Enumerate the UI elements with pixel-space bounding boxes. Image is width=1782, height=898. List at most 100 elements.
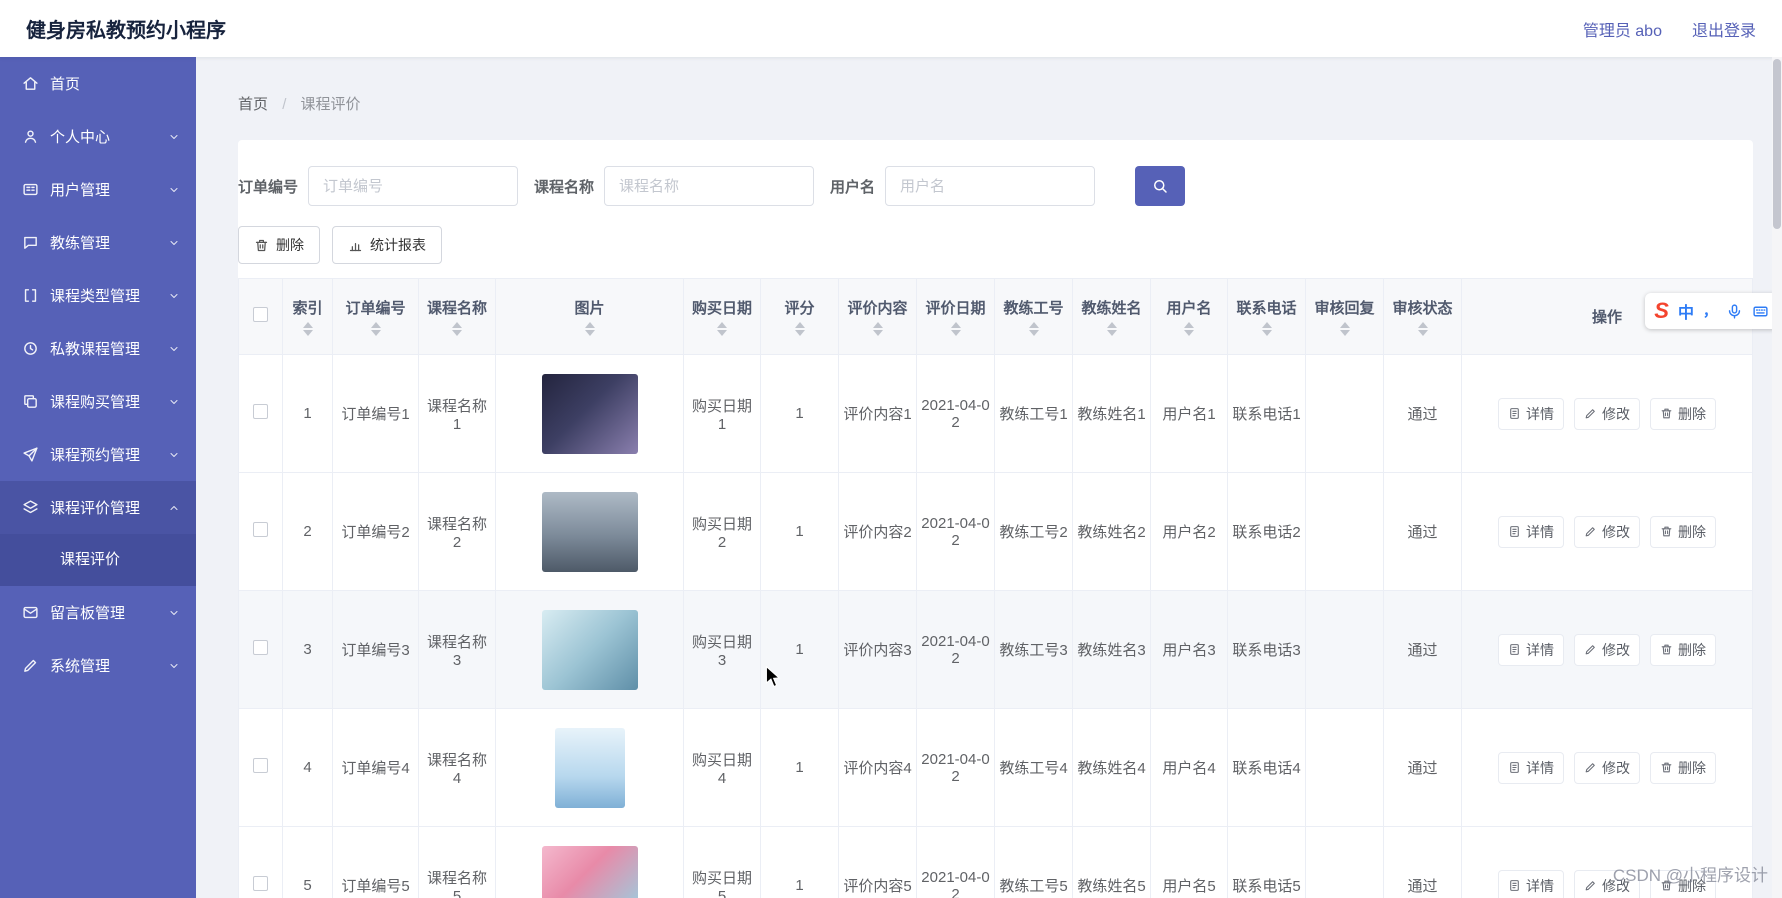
sogou-logo-icon[interactable]: S <box>1654 300 1669 322</box>
sidebar-item-profile[interactable]: 个人中心 <box>0 110 196 163</box>
sort-icons[interactable] <box>1339 322 1350 336</box>
column-header-image[interactable]: 图片 <box>495 278 684 355</box>
sort-desc-icon[interactable] <box>1417 330 1428 336</box>
sidebar-item-course-purchase-mgmt[interactable]: 课程购买管理 <box>0 375 196 428</box>
sort-desc-icon[interactable] <box>1261 330 1272 336</box>
sort-icons[interactable] <box>1261 322 1272 336</box>
sidebar-item-course-booking-mgmt[interactable]: 课程预约管理 <box>0 428 196 481</box>
sort-asc-icon[interactable] <box>302 322 313 328</box>
ime-mode-chinese[interactable]: 中 <box>1678 299 1694 323</box>
search-button[interactable] <box>1135 166 1186 206</box>
sort-icons[interactable] <box>1028 322 1039 336</box>
sort-asc-icon[interactable] <box>1339 322 1350 328</box>
sort-desc-icon[interactable] <box>950 330 961 336</box>
table-row[interactable]: 4 订单编号4 课程名称4 购买日期4 1 评价内容4 2021-04-02 教练工号4 教练姓… <box>238 708 1753 827</box>
sidebar-item-system-mgmt[interactable]: 系统管理 <box>0 639 196 692</box>
sort-asc-icon[interactable] <box>1184 322 1194 328</box>
row-checkbox[interactable] <box>253 404 268 419</box>
logout-link[interactable]: 退出登录 <box>1692 17 1756 41</box>
vertical-scrollbar[interactable] <box>1772 57 1782 898</box>
sort-desc-icon[interactable] <box>584 330 595 336</box>
sort-icons[interactable] <box>1106 322 1117 336</box>
search-input-order-no[interactable] <box>308 166 519 206</box>
edit-row-button[interactable]: 修改 <box>1574 397 1640 430</box>
row-checkbox[interactable] <box>253 876 268 891</box>
sort-desc-icon[interactable] <box>717 330 727 336</box>
column-header-audit_status[interactable]: 审核状态 <box>1383 278 1462 355</box>
report-button[interactable]: 统计报表 <box>332 226 442 264</box>
sort-icons[interactable] <box>452 322 462 336</box>
delete-button[interactable]: 删除 <box>238 226 320 264</box>
sidebar-item-home[interactable]: 首页 <box>0 57 196 110</box>
row-checkbox[interactable] <box>253 640 268 655</box>
sort-asc-icon[interactable] <box>452 322 462 328</box>
row-checkbox[interactable] <box>253 522 268 537</box>
detail-row-button[interactable]: 详情 <box>1498 751 1564 784</box>
sort-icons[interactable] <box>717 322 727 336</box>
sidebar-item-pt-course-mgmt[interactable]: 私教课程管理 <box>0 322 196 375</box>
sidebar-item-coach-mgmt[interactable]: 教练管理 <box>0 216 196 269</box>
sort-icons[interactable] <box>302 322 313 336</box>
sort-asc-icon[interactable] <box>370 322 381 328</box>
column-header-score[interactable]: 评分 <box>760 278 839 355</box>
mic-icon[interactable] <box>1726 303 1743 320</box>
edit-row-button[interactable]: 修改 <box>1574 633 1640 666</box>
select-all-checkbox[interactable] <box>253 307 268 322</box>
detail-row-button[interactable]: 详情 <box>1498 633 1564 666</box>
sort-desc-icon[interactable] <box>1028 330 1039 336</box>
sort-asc-icon[interactable] <box>717 322 727 328</box>
search-input-course-name[interactable] <box>604 166 815 206</box>
sidebar-item-course-review-mgmt[interactable]: 课程评价管理 <box>0 481 196 534</box>
column-header-order_no[interactable]: 订单编号 <box>332 278 419 355</box>
column-header-course_name[interactable]: 课程名称 <box>418 278 496 355</box>
sort-asc-icon[interactable] <box>1028 322 1039 328</box>
sidebar-item-course-type-mgmt[interactable]: 课程类型管理 <box>0 269 196 322</box>
delete-row-button[interactable]: 删除 <box>1650 515 1716 548</box>
sort-asc-icon[interactable] <box>584 322 595 328</box>
column-header-review_content[interactable]: 评价内容 <box>838 278 917 355</box>
sort-asc-icon[interactable] <box>950 322 961 328</box>
column-header-audit_reply[interactable]: 审核回复 <box>1305 278 1384 355</box>
detail-row-button[interactable]: 详情 <box>1498 397 1564 430</box>
table-row[interactable]: 2 订单编号2 课程名称2 购买日期2 1 评价内容2 2021-04-02 教练工号2 教练姓… <box>238 472 1753 591</box>
column-header-index[interactable]: 索引 <box>282 278 333 355</box>
table-row[interactable]: 5 订单编号5 课程名称5 购买日期5 1 评价内容5 2021-04-02 教练工号5 教练姓… <box>238 826 1753 898</box>
sort-desc-icon[interactable] <box>1339 330 1350 336</box>
column-header-phone[interactable]: 联系电话 <box>1227 278 1306 355</box>
scrollbar-thumb[interactable] <box>1773 59 1781 229</box>
breadcrumb-home[interactable]: 首页 <box>238 96 268 113</box>
sort-icons[interactable] <box>872 322 883 336</box>
sort-desc-icon[interactable] <box>370 330 381 336</box>
edit-row-button[interactable]: 修改 <box>1574 751 1640 784</box>
sort-icons[interactable] <box>370 322 381 336</box>
column-header-username[interactable]: 用户名 <box>1150 278 1228 355</box>
delete-row-button[interactable]: 删除 <box>1650 633 1716 666</box>
ime-punctuation[interactable]: ， <box>1703 301 1717 321</box>
delete-row-button[interactable]: 删除 <box>1650 751 1716 784</box>
sort-icons[interactable] <box>1417 322 1428 336</box>
sort-asc-icon[interactable] <box>872 322 883 328</box>
sort-asc-icon[interactable] <box>1417 322 1428 328</box>
sort-desc-icon[interactable] <box>794 330 805 336</box>
sort-asc-icon[interactable] <box>1106 322 1117 328</box>
row-checkbox[interactable] <box>253 758 268 773</box>
sort-asc-icon[interactable] <box>1261 322 1272 328</box>
detail-row-button[interactable]: 详情 <box>1498 515 1564 548</box>
column-header-coach_no[interactable]: 教练工号 <box>994 278 1073 355</box>
sort-asc-icon[interactable] <box>794 322 805 328</box>
search-input-username[interactable] <box>885 166 1096 206</box>
sidebar-subitem-course-review[interactable]: 课程评价 <box>0 534 196 586</box>
column-header-coach_name[interactable]: 教练姓名 <box>1072 278 1151 355</box>
sort-icons[interactable] <box>1184 322 1194 336</box>
sort-desc-icon[interactable] <box>452 330 462 336</box>
sort-desc-icon[interactable] <box>302 330 313 336</box>
sort-icons[interactable] <box>584 322 595 336</box>
sort-icons[interactable] <box>794 322 805 336</box>
table-row[interactable]: 1 订单编号1 课程名称1 购买日期1 1 评价内容1 2021-04-02 教练工号1 教练姓… <box>238 354 1753 473</box>
delete-row-button[interactable]: 删除 <box>1650 397 1716 430</box>
detail-row-button[interactable]: 详情 <box>1498 869 1564 898</box>
sort-desc-icon[interactable] <box>1184 330 1194 336</box>
sidebar-item-message-board-mgmt[interactable]: 留言板管理 <box>0 586 196 639</box>
keyboard-icon[interactable] <box>1752 303 1769 320</box>
sort-desc-icon[interactable] <box>872 330 883 336</box>
